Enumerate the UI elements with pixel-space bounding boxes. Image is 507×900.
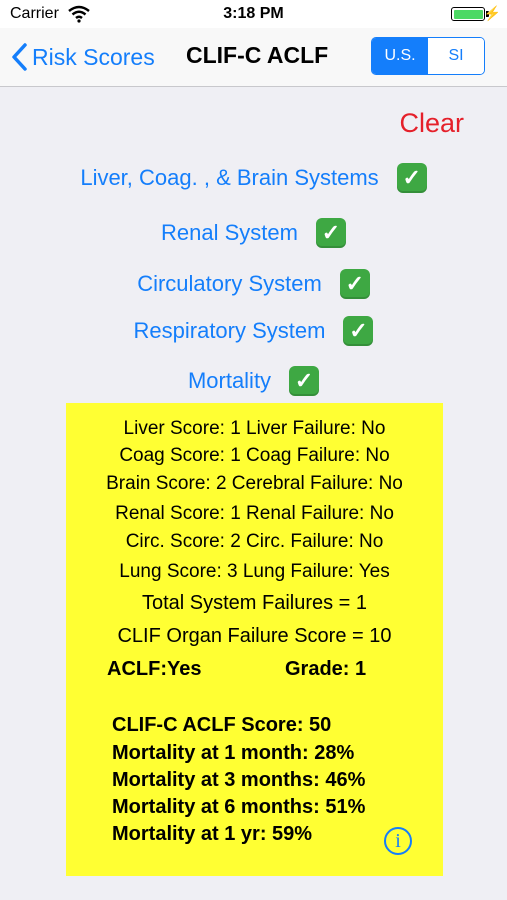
- mortality-1-year: Mortality at 1 yr: 59%: [112, 823, 313, 845]
- units-segmented-control[interactable]: U.S. SI: [371, 37, 485, 75]
- organ-failure-score-line: CLIF Organ Failure Score = 10: [117, 625, 392, 647]
- aclf-status: ACLF:Yes: [107, 658, 202, 680]
- lung-score-line: Lung Score: 3 Lung Failure: Yes: [119, 561, 390, 582]
- checkmark-icon[interactable]: ✓: [315, 218, 346, 248]
- checkmark-icon[interactable]: ✓: [396, 163, 427, 193]
- checkmark-icon[interactable]: ✓: [289, 366, 320, 396]
- section-label[interactable]: Respiratory System: [134, 318, 326, 344]
- clock: 3:18 PM: [223, 5, 284, 22]
- aclf-score-line: CLIF-C ACLF Score: 50: [112, 714, 332, 736]
- liver-score-line: Liver Score: 1 Liver Failure: No: [123, 418, 386, 439]
- section-mortality[interactable]: Mortality ✓: [0, 366, 507, 396]
- segment-us[interactable]: U.S.: [372, 38, 428, 74]
- section-renal[interactable]: Renal System ✓: [0, 218, 507, 248]
- section-label[interactable]: Mortality: [188, 368, 271, 394]
- battery-icon: [451, 7, 485, 21]
- aclf-grade: Grade: 1: [285, 658, 367, 680]
- charging-bolt-icon: ⚡: [483, 5, 501, 21]
- checkmark-icon[interactable]: ✓: [339, 269, 370, 299]
- clear-button[interactable]: Clear: [399, 108, 464, 139]
- circ-score-line: Circ. Score: 2 Circ. Failure: No: [125, 531, 384, 552]
- renal-score-line: Renal Score: 1 Renal Failure: No: [115, 503, 394, 524]
- mortality-6-months: Mortality at 6 months: 51%: [112, 796, 366, 818]
- brain-score-line: Brain Score: 2 Cerebral Failure: No: [106, 473, 403, 494]
- segment-si[interactable]: SI: [428, 38, 484, 74]
- results-panel: Liver Score: 1 Liver Failure: No Coag Sc…: [66, 403, 443, 876]
- section-label[interactable]: Renal System: [161, 220, 298, 246]
- checkmark-icon[interactable]: ✓: [343, 316, 374, 346]
- navigation-bar: Risk Scores CLIF-C ACLF U.S. SI: [0, 28, 507, 87]
- coag-score-line: Coag Score: 1 Coag Failure: No: [119, 445, 390, 466]
- section-label[interactable]: Circulatory System: [137, 271, 322, 297]
- chevron-left-icon: [12, 43, 27, 71]
- page-title: CLIF-C ACLF: [186, 42, 329, 68]
- back-button-label: Risk Scores: [32, 43, 155, 70]
- mortality-3-months: Mortality at 3 months: 46%: [112, 769, 366, 791]
- section-liver-coag-brain[interactable]: Liver, Coag. , & Brain Systems ✓: [0, 163, 507, 193]
- back-button[interactable]: Risk Scores: [10, 40, 155, 74]
- section-respiratory[interactable]: Respiratory System ✓: [0, 316, 507, 346]
- info-icon[interactable]: i: [384, 827, 412, 855]
- total-failures-line: Total System Failures = 1: [141, 592, 368, 614]
- section-circulatory[interactable]: Circulatory System ✓: [0, 269, 507, 299]
- section-label[interactable]: Liver, Coag. , & Brain Systems: [80, 165, 378, 191]
- status-bar: Carrier 3:18 PM ⚡: [0, 0, 507, 28]
- mortality-1-month: Mortality at 1 month: 28%: [112, 742, 355, 764]
